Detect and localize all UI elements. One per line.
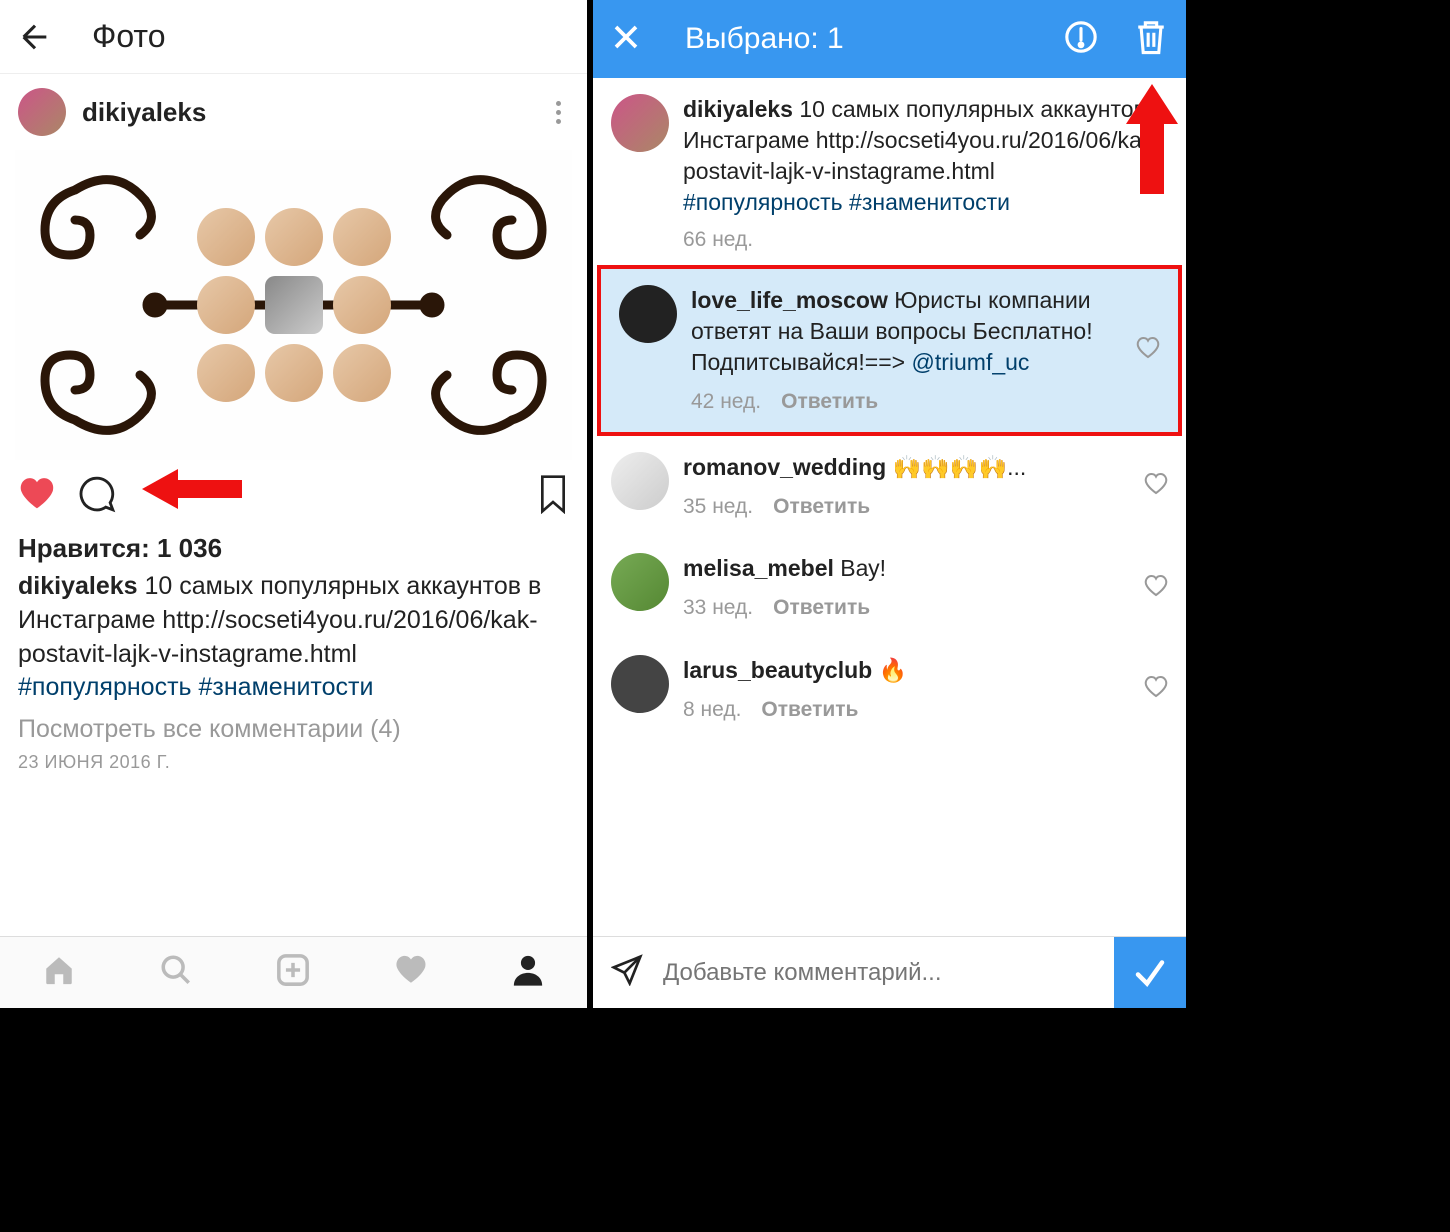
report-icon[interactable] — [1064, 20, 1098, 59]
tab-search[interactable] — [159, 953, 193, 992]
view-comments-link[interactable]: Посмотреть все комментарии (4) — [0, 705, 587, 744]
comment-item[interactable]: larus_beautyclub 🔥 8 нед. Ответить — [593, 639, 1186, 740]
comment-time: 35 нед. — [683, 493, 753, 521]
reply-button[interactable]: Ответить — [781, 388, 878, 416]
right-header: Выбрано: 1 — [593, 0, 1186, 78]
tab-profile[interactable] — [511, 953, 545, 992]
comment-mention[interactable]: @triumf_uc — [911, 349, 1029, 375]
avatar[interactable] — [611, 655, 669, 713]
tab-add[interactable] — [276, 953, 310, 992]
submit-button[interactable] — [1114, 937, 1186, 1009]
comment-text: 🔥 — [872, 657, 907, 683]
annotation-arrow-up — [1120, 84, 1184, 194]
post-author-row[interactable]: dikiyaleks — [0, 74, 587, 150]
post-username[interactable]: dikiyaleks — [82, 97, 206, 128]
comment-item[interactable]: melisa_mebel Вау! 33 нед. Ответить — [593, 537, 1186, 638]
post-username[interactable]: dikiyaleks — [683, 96, 793, 122]
post-time: 66 нед. — [683, 226, 1168, 254]
post-detail: dikiyaleks 10 самых популярных аккаунтов… — [593, 78, 1186, 265]
avatar[interactable] — [611, 553, 669, 611]
post-caption: dikiyaleks 10 самых популярных аккаунтов… — [0, 564, 587, 705]
avatar[interactable] — [611, 452, 669, 510]
comment-username[interactable]: love_life_moscow — [691, 287, 888, 313]
annotation-arrow-left — [142, 466, 242, 512]
comment-item[interactable]: love_life_moscow Юристы компании ответят… — [597, 265, 1182, 436]
post-hashtags[interactable]: #популярность #знаменитости — [683, 189, 1010, 215]
comment-username[interactable]: melisa_mebel — [683, 555, 834, 581]
more-icon[interactable] — [548, 93, 569, 132]
right-screen: Выбрано: 1 dikiyaleks 10 самых популярны… — [593, 0, 1186, 1008]
caption-hashtags[interactable]: #популярность #знаменитости — [18, 673, 373, 701]
caption-username[interactable]: dikiyaleks — [18, 572, 138, 600]
action-row — [0, 460, 587, 533]
post-date: 23 ИЮНЯ 2016 Г. — [0, 744, 587, 781]
trash-icon[interactable] — [1134, 18, 1168, 61]
thumb-grid — [197, 208, 391, 402]
left-screen: Фото dikiyaleks — [0, 0, 593, 1008]
selection-title: Выбрано: 1 — [685, 22, 844, 56]
avatar[interactable] — [18, 88, 66, 136]
comment-time: 42 нед. — [691, 388, 761, 416]
comment-item[interactable]: romanov_wedding 🙌🙌🙌🙌... 35 нед. Ответить — [593, 436, 1186, 537]
direct-icon[interactable] — [611, 954, 643, 991]
comment-time: 33 нед. — [683, 594, 753, 622]
comment-like-icon[interactable] — [1136, 336, 1160, 365]
comment-username[interactable]: larus_beautyclub — [683, 657, 872, 683]
comment-time: 8 нед. — [683, 696, 741, 724]
tab-bar — [0, 936, 587, 1008]
close-icon[interactable] — [611, 22, 641, 57]
likes-count[interactable]: Нравится: 1 036 — [0, 533, 587, 564]
post-image[interactable] — [15, 150, 572, 460]
comment-text: 🙌🙌🙌🙌... — [886, 454, 1026, 480]
left-header: Фото — [0, 0, 587, 74]
comment-text: Вау! — [834, 555, 886, 581]
reply-button[interactable]: Ответить — [773, 493, 870, 521]
comment-like-icon[interactable] — [1144, 574, 1168, 603]
tab-activity[interactable] — [394, 953, 428, 992]
comment-like-icon[interactable] — [1144, 675, 1168, 704]
reply-button[interactable]: Ответить — [761, 696, 858, 724]
reply-button[interactable]: Ответить — [773, 594, 870, 622]
page-title: Фото — [92, 18, 166, 55]
comment-input[interactable] — [663, 959, 1114, 987]
comment-input-row — [593, 936, 1186, 1008]
comment-like-icon[interactable] — [1144, 472, 1168, 501]
avatar[interactable] — [619, 285, 677, 343]
like-icon[interactable] — [18, 475, 56, 518]
comment-icon[interactable] — [78, 475, 116, 518]
comment-username[interactable]: romanov_wedding — [683, 454, 886, 480]
bookmark-icon[interactable] — [537, 474, 569, 519]
tab-home[interactable] — [42, 953, 76, 992]
back-icon[interactable] — [18, 20, 52, 54]
avatar[interactable] — [611, 94, 669, 152]
